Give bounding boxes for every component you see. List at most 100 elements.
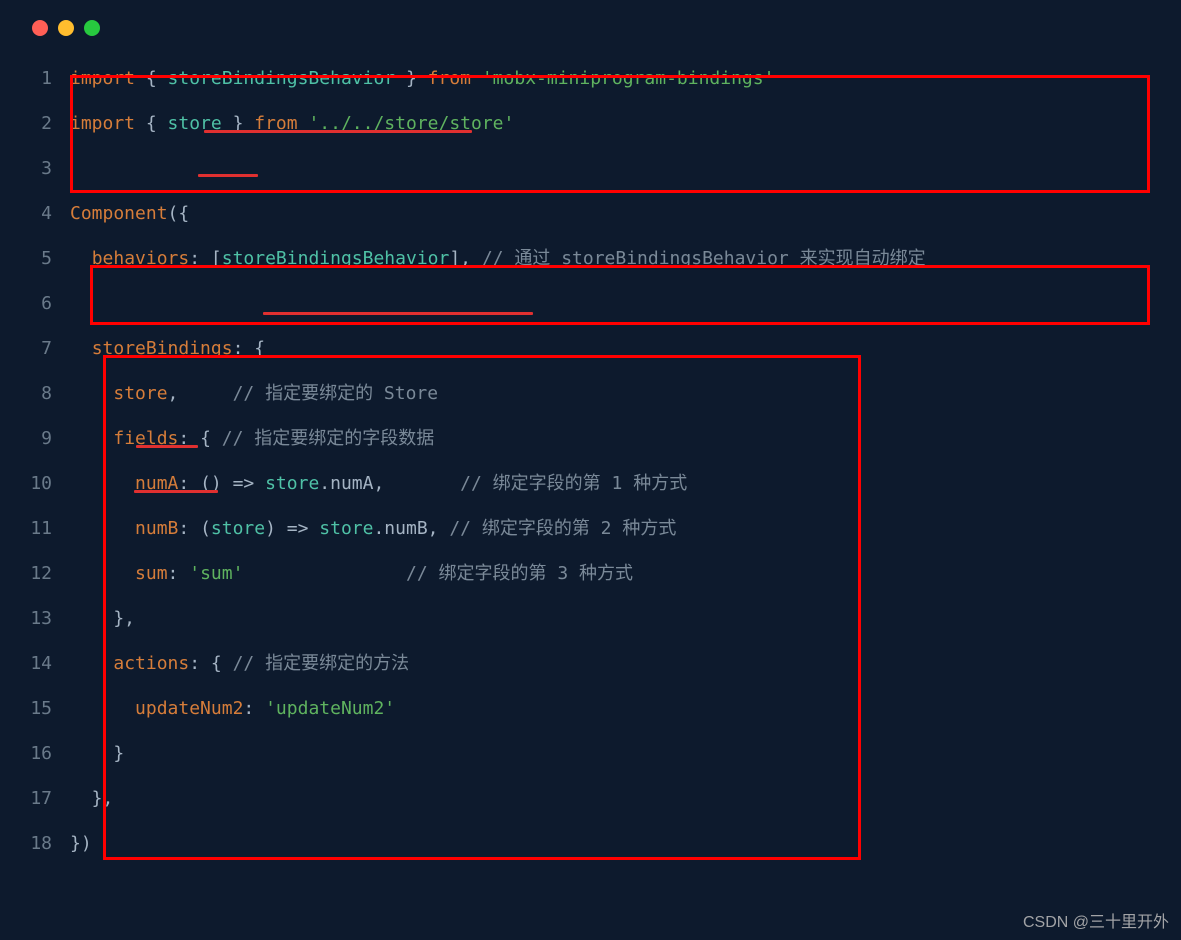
code-token: // 指定要绑定的字段数据 [222, 428, 435, 449]
code-line: 2import { store } from '../../store/stor… [0, 101, 1163, 146]
line-number: 3 [0, 146, 70, 191]
code-token: , [168, 383, 233, 404]
line-number: 6 [0, 281, 70, 326]
code-content[interactable]: sum: 'sum' // 绑定字段的第 3 种方式 [70, 551, 1163, 596]
code-content[interactable]: numA: () => store.numA, // 绑定字段的第 1 种方式 [70, 461, 1163, 506]
code-token [70, 428, 113, 449]
line-number: 8 [0, 371, 70, 416]
code-token: 'sum' [189, 563, 243, 584]
code-line: 8 store, // 指定要绑定的 Store [0, 371, 1163, 416]
code-line: 15 updateNum2: 'updateNum2' [0, 686, 1163, 731]
code-token: // 指定要绑定的方法 [233, 653, 410, 674]
code-token [70, 338, 92, 359]
code-content[interactable]: fields: { // 指定要绑定的字段数据 [70, 416, 1163, 461]
code-token: behaviors [92, 248, 190, 269]
code-line: 11 numB: (store) => store.numB, // 绑定字段的… [0, 506, 1163, 551]
code-token: import [70, 113, 146, 134]
line-number: 9 [0, 416, 70, 461]
code-line: 7 storeBindings: { [0, 326, 1163, 371]
annotation-underline [263, 312, 533, 318]
line-number: 2 [0, 101, 70, 146]
code-token: : [243, 698, 265, 719]
annotation-underline [204, 130, 472, 133]
code-token: ({ [168, 203, 190, 224]
code-line: 18}) [0, 821, 1163, 866]
code-content[interactable]: import { store } from '../../store/store… [70, 101, 1163, 146]
code-line: 13 }, [0, 596, 1163, 641]
annotation-underline [198, 174, 258, 177]
code-token: : { [189, 653, 232, 674]
code-token: }, [70, 608, 135, 629]
code-token: actions [113, 653, 189, 674]
line-number: 15 [0, 686, 70, 731]
code-token: numB [135, 518, 178, 539]
code-content[interactable]: }, [70, 596, 1163, 641]
line-number: 4 [0, 191, 70, 236]
line-number: 14 [0, 641, 70, 686]
code-token: store [265, 473, 319, 494]
code-line: 1import { storeBindingsBehavior } from '… [0, 56, 1163, 101]
code-token: } [395, 68, 417, 89]
code-token [70, 698, 135, 719]
code-token: 'mobx-miniprogram-bindings' [482, 68, 775, 89]
code-token: sum [135, 563, 168, 584]
code-token: // 绑定字段的第 2 种方式 [449, 518, 676, 539]
code-content[interactable]: } [70, 731, 1163, 776]
code-token: store [113, 383, 167, 404]
line-number: 1 [0, 56, 70, 101]
code-content[interactable]: storeBindings: { [70, 326, 1163, 371]
line-number: 5 [0, 236, 70, 281]
code-token: ], [449, 248, 482, 269]
code-token: store [211, 518, 265, 539]
maximize-icon[interactable] [84, 20, 100, 36]
code-token: from [417, 68, 482, 89]
code-token [243, 563, 406, 584]
code-line: 17 }, [0, 776, 1163, 821]
code-token: storeBindings [92, 338, 233, 359]
code-token: // 通过 storeBindingsBehavior 来实现自动绑定 [482, 248, 926, 269]
code-content[interactable]: import { storeBindingsBehavior } from 'm… [70, 56, 1163, 101]
code-area: 1import { storeBindingsBehavior } from '… [0, 56, 1181, 866]
code-content[interactable]: actions: { // 指定要绑定的方法 [70, 641, 1163, 686]
code-token: .numA, [319, 473, 460, 494]
code-content[interactable]: behaviors: [storeBindingsBehavior], // 通… [70, 236, 1163, 281]
annotation-underline [136, 445, 198, 448]
code-line: 16 } [0, 731, 1163, 776]
editor-window: 1import { storeBindingsBehavior } from '… [0, 0, 1181, 940]
code-token: : { [233, 338, 266, 359]
code-token [70, 653, 113, 674]
line-number: 18 [0, 821, 70, 866]
code-token: import [70, 68, 146, 89]
code-content[interactable]: }) [70, 821, 1163, 866]
code-token: storeBindingsBehavior [168, 68, 396, 89]
code-token: : [168, 563, 190, 584]
code-token [70, 473, 135, 494]
close-icon[interactable] [32, 20, 48, 36]
code-token: ) => [265, 518, 319, 539]
code-content[interactable]: Component({ [70, 191, 1163, 236]
code-token: : ( [178, 518, 211, 539]
code-token: : [ [189, 248, 222, 269]
code-token: // 绑定字段的第 1 种方式 [460, 473, 687, 494]
line-number: 17 [0, 776, 70, 821]
code-token: storeBindingsBehavior [222, 248, 450, 269]
window-titlebar [0, 12, 1181, 56]
line-number: 13 [0, 596, 70, 641]
code-content[interactable]: numB: (store) => store.numB, // 绑定字段的第 2… [70, 506, 1163, 551]
code-token [70, 383, 113, 404]
code-token: { [146, 68, 168, 89]
code-token: } [70, 743, 124, 764]
code-line: 14 actions: { // 指定要绑定的方法 [0, 641, 1163, 686]
code-content[interactable]: updateNum2: 'updateNum2' [70, 686, 1163, 731]
code-token: Component [70, 203, 168, 224]
minimize-icon[interactable] [58, 20, 74, 36]
code-content[interactable]: }, [70, 776, 1163, 821]
code-content[interactable]: store, // 指定要绑定的 Store [70, 371, 1163, 416]
code-token [70, 248, 92, 269]
code-token [70, 518, 135, 539]
code-token: .numB, [373, 518, 449, 539]
line-number: 10 [0, 461, 70, 506]
line-number: 12 [0, 551, 70, 596]
code-line: 5 behaviors: [storeBindingsBehavior], //… [0, 236, 1163, 281]
code-token: }, [70, 788, 113, 809]
